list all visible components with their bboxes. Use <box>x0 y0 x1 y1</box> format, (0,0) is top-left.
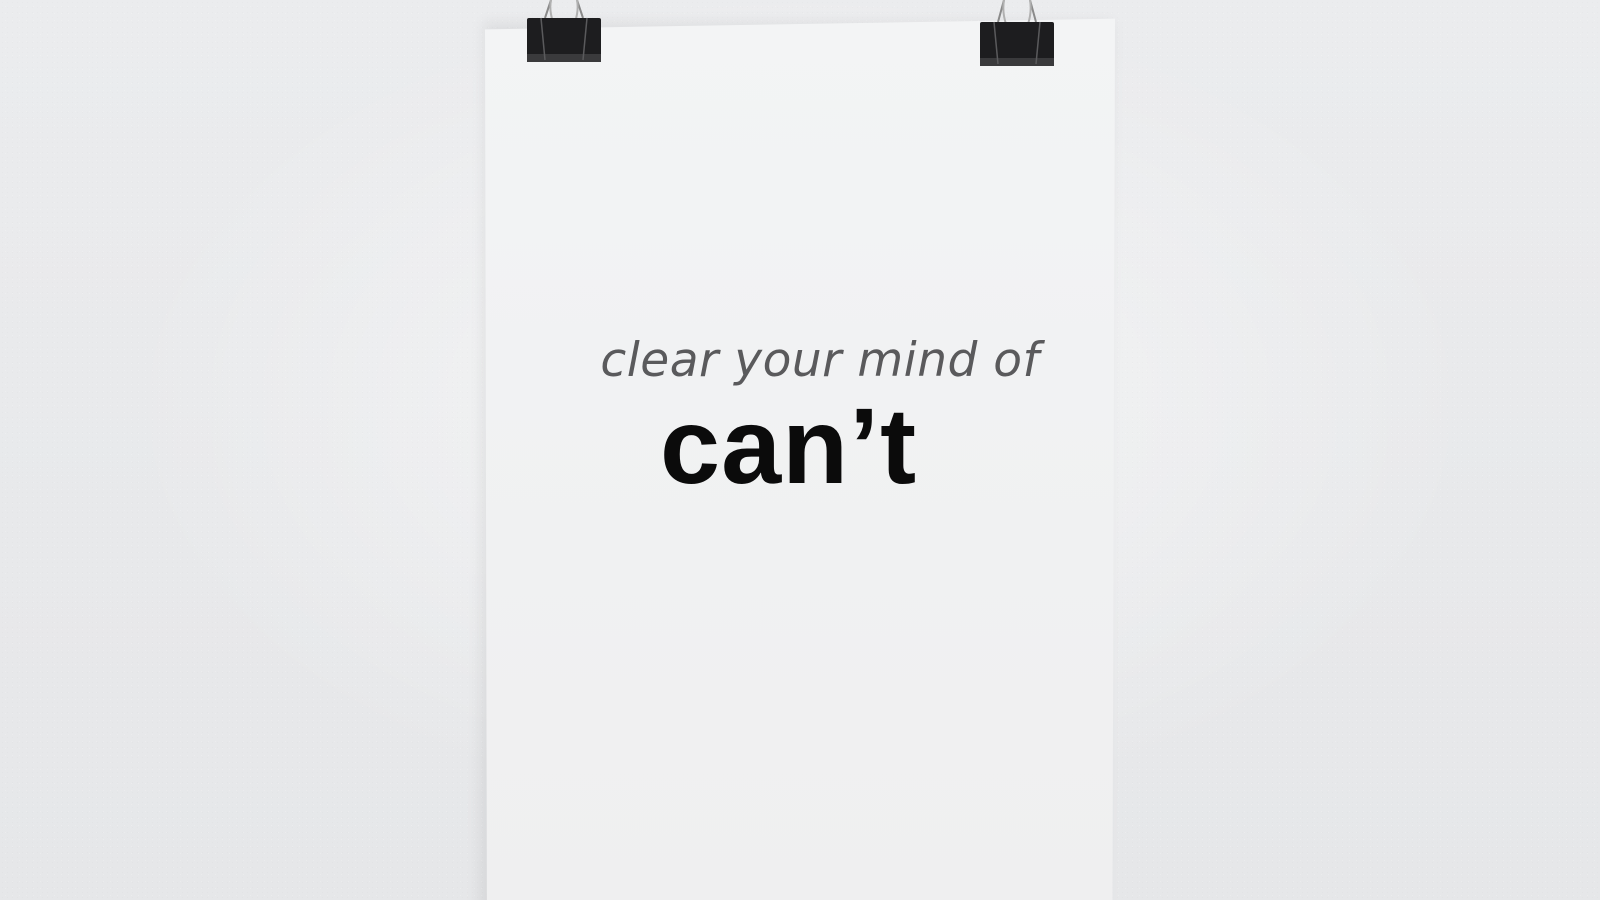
poster-line-cant: can’t <box>660 385 918 506</box>
poster-line-clear-your-mind-of: clear your mind of <box>600 333 1040 388</box>
binder-clip-icon <box>980 0 1054 72</box>
binder-clip-icon <box>527 0 601 72</box>
